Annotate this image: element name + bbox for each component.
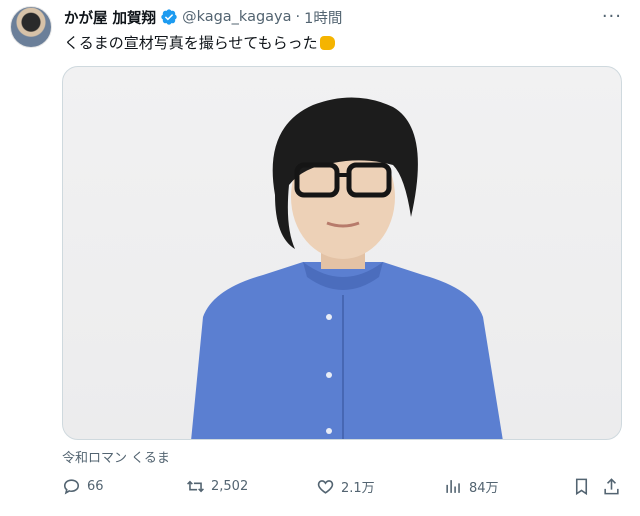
reply-count: 66: [87, 478, 104, 494]
media-caption[interactable]: 令和ロマン くるま: [62, 447, 170, 466]
heart-icon: [317, 479, 334, 494]
retweet-button[interactable]: 2,502: [186, 474, 248, 498]
view-count: 84万: [469, 480, 499, 496]
handle[interactable]: @kaga_kagaya: [182, 9, 291, 25]
tweet-body: くるまの宣材写真を撮らせてもらった: [64, 34, 318, 52]
share-icon: [604, 477, 619, 494]
timestamp[interactable]: 1時間: [304, 7, 342, 28]
reply-button[interactable]: 66: [62, 474, 104, 498]
tweet-header: かが屋 加賀翔 @kaga_kagaya · 1時間: [64, 6, 342, 28]
separator-dot: ·: [295, 9, 301, 25]
portrait-illustration: [191, 97, 503, 439]
reply-icon: [63, 478, 80, 494]
analytics-icon: [446, 479, 460, 493]
share-button[interactable]: [602, 474, 621, 498]
retweet-icon: [187, 480, 204, 492]
retweet-count: 2,502: [211, 478, 249, 494]
verified-badge-icon: [161, 9, 177, 25]
bookmark-icon: [575, 478, 588, 495]
tweet-photo[interactable]: [62, 66, 622, 440]
bookmark-button[interactable]: [572, 474, 591, 498]
tweet-text: くるまの宣材写真を撮らせてもらった: [64, 32, 335, 53]
like-button[interactable]: 2.1万: [316, 474, 375, 498]
fist-emoji-icon: [319, 36, 335, 50]
views-button[interactable]: 84万: [444, 474, 499, 498]
avatar[interactable]: [10, 6, 52, 48]
more-options-icon[interactable]: ···: [602, 6, 622, 27]
tweet-actions: 66 2,502 2.1万 84万: [62, 474, 624, 498]
like-count: 2.1万: [341, 480, 375, 496]
display-name[interactable]: かが屋 加賀翔: [64, 7, 156, 28]
